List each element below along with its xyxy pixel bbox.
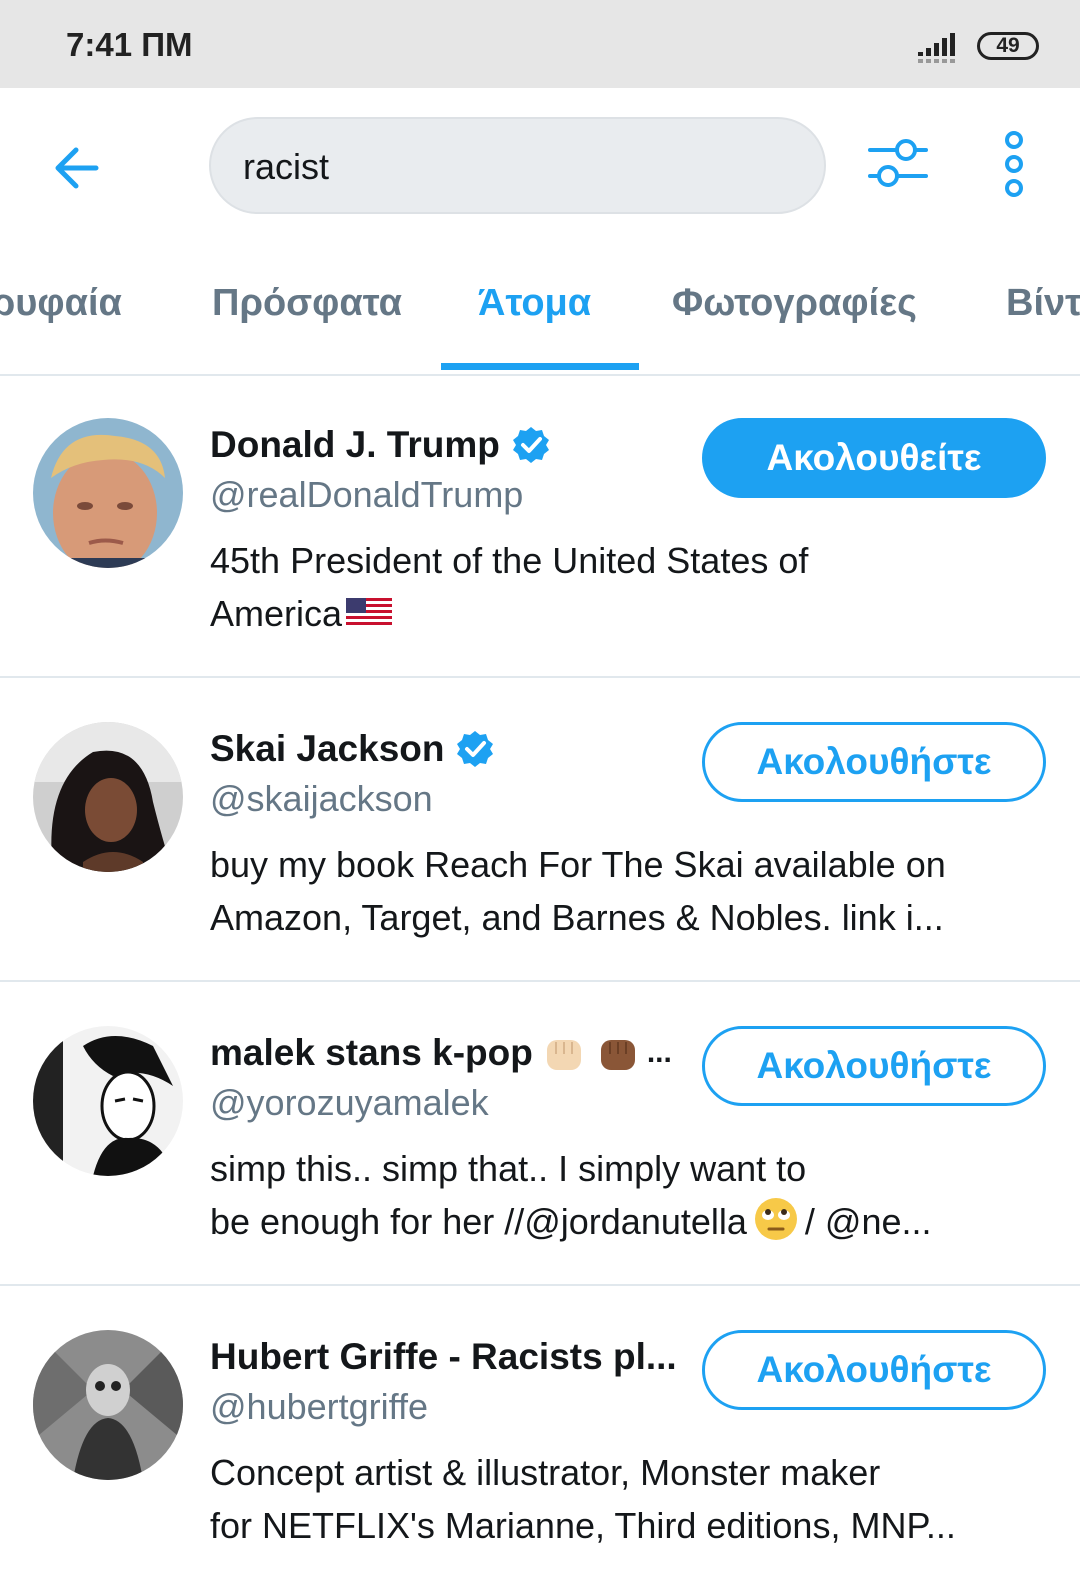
signal-icon — [918, 33, 955, 63]
user-bio: 45th President of the United States of A… — [210, 534, 1040, 640]
tab-latest[interactable]: Πρόσφατα — [212, 282, 402, 325]
user-name: malek stans k-pop — [210, 1032, 533, 1073]
tab-top[interactable]: Κορυφαία — [0, 282, 122, 325]
search-input[interactable] — [241, 119, 785, 214]
user-bio: simp this.. simp that.. I simply want to… — [210, 1142, 1040, 1248]
bio-line: for NETFLIX's Marianne, Third editions, … — [210, 1505, 956, 1546]
search-tabs: Κορυφαία Πρόσφατα Άτομα Φωτογραφίες Βίντ… — [0, 250, 1080, 376]
battery-level: 49 — [996, 34, 1020, 57]
rolling-eyes-emoji-icon — [754, 1198, 797, 1240]
user-handle: @yorozuyamalek — [210, 1082, 489, 1123]
filter-icon[interactable] — [868, 132, 932, 196]
user-handle: @hubertgriffe — [210, 1386, 429, 1427]
user-result[interactable]: malek stans k-pop ... @yorozuyamalek sim… — [0, 982, 1080, 1286]
follow-button[interactable]: Ακολουθήστε — [702, 722, 1046, 802]
bio-line-tail: / @ne... — [804, 1201, 932, 1242]
verified-badge-icon — [457, 731, 494, 767]
tab-photos[interactable]: Φωτογραφίες — [672, 282, 917, 325]
bio-line: Concept artist & illustrator, Monster ma… — [210, 1452, 881, 1493]
status-time: 7:41 ΠΜ — [66, 26, 193, 63]
user-name: Donald J. Trump — [210, 424, 500, 465]
following-button[interactable]: Ακολουθείτε — [702, 418, 1046, 498]
verified-badge-icon — [512, 427, 549, 463]
user-bio: buy my book Reach For The Skai available… — [210, 838, 1040, 944]
avatar — [33, 722, 183, 872]
tab-videos[interactable]: Βίντεο — [1006, 282, 1080, 325]
bio-line: 45th President of the United States of — [210, 540, 809, 581]
user-name-line: Donald J. Trump — [210, 420, 550, 470]
user-result[interactable]: Donald J. Trump @realDonaldTrump 45th Pr… — [0, 374, 1080, 678]
active-tab-indicator — [441, 363, 639, 370]
bio-line: be enough for her //@jordanutella — [210, 1201, 747, 1242]
user-bio: Concept artist & illustrator, Monster ma… — [210, 1446, 1040, 1552]
user-handle: @skaijackson — [210, 778, 433, 819]
bio-line: simp this.. simp that.. I simply want to — [210, 1148, 807, 1189]
back-arrow-icon[interactable] — [50, 140, 106, 196]
user-result[interactable]: Skai Jackson @skaijackson buy my book Re… — [0, 678, 1080, 982]
bio-line: Amazon, Target, and Barnes & Nobles. lin… — [210, 897, 944, 938]
raised-fist-light-icon — [546, 1040, 581, 1070]
search-box[interactable] — [209, 117, 826, 214]
battery-icon: 49 — [977, 32, 1039, 60]
us-flag-icon — [346, 598, 393, 628]
user-name-line: Skai Jackson — [210, 724, 494, 774]
avatar — [33, 1026, 183, 1176]
follow-button[interactable]: Ακολουθήστε — [702, 1026, 1046, 1106]
tab-people[interactable]: Άτομα — [478, 282, 591, 325]
more-options-icon[interactable] — [994, 128, 1034, 200]
user-name: Skai Jackson — [210, 728, 445, 769]
raised-fist-dark-icon — [600, 1040, 635, 1070]
bio-line: America — [210, 593, 343, 634]
user-list: Donald J. Trump @realDonaldTrump 45th Pr… — [0, 374, 1080, 1590]
status-bar: 7:41 ΠΜ 49 — [0, 0, 1080, 88]
name-ellipsis: ... — [646, 1036, 672, 1069]
avatar — [33, 1330, 183, 1480]
user-result[interactable]: Hubert Griffe - Racists pl... @hubertgri… — [0, 1286, 1080, 1590]
bio-line: buy my book Reach For The Skai available… — [210, 844, 946, 885]
user-name-line: malek stans k-pop ... — [210, 1028, 672, 1078]
user-handle: @realDonaldTrump — [210, 474, 524, 515]
user-name: Hubert Griffe - Racists pl... — [210, 1336, 677, 1377]
user-name-line: Hubert Griffe - Racists pl... — [210, 1332, 677, 1382]
avatar — [33, 418, 183, 568]
follow-button[interactable]: Ακολουθήστε — [702, 1330, 1046, 1410]
